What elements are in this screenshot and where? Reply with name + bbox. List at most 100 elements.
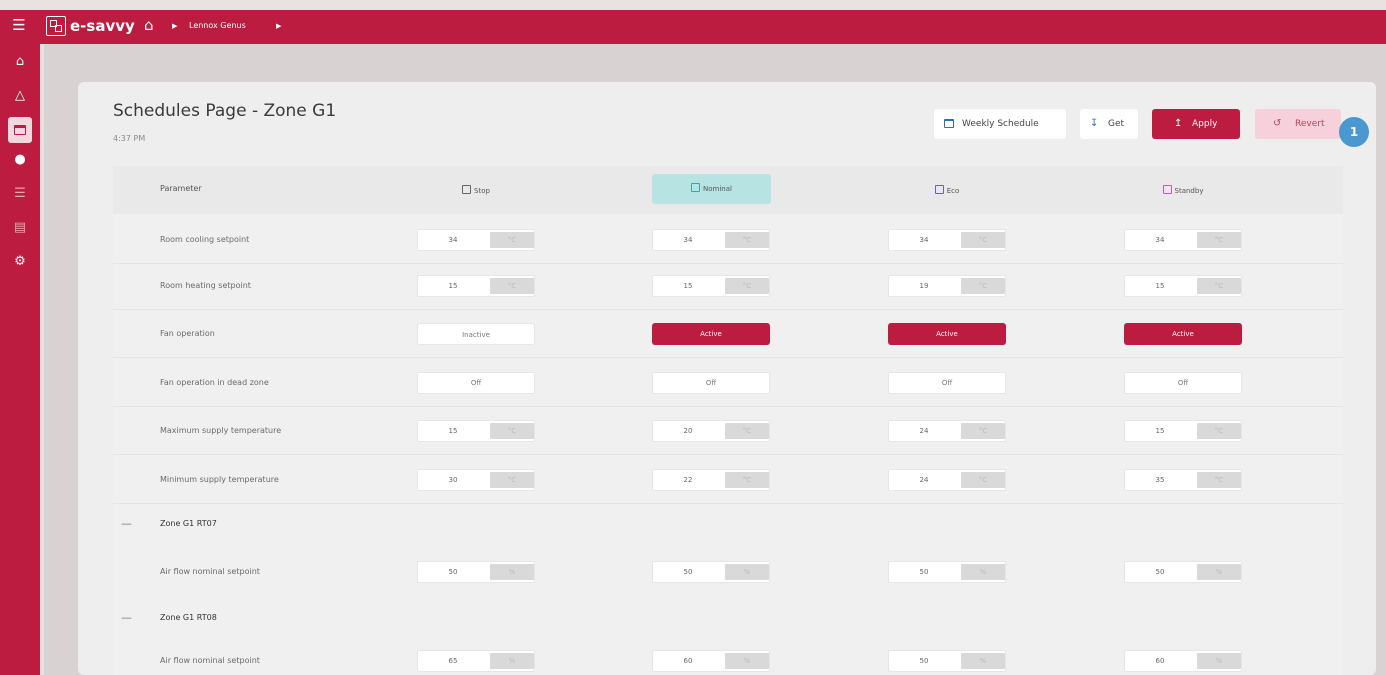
mode-header-label: Standby: [1174, 187, 1204, 195]
alarm-bell-icon[interactable]: △: [8, 84, 32, 108]
mode-header-label: Stop: [474, 187, 490, 195]
unit-label: °C: [1197, 423, 1241, 439]
row-label: Maximum supply temperature: [160, 426, 282, 435]
unit-label: °C: [490, 423, 534, 439]
number-input[interactable]: 50%: [888, 650, 1006, 672]
breadcrumb-site[interactable]: Lennox Genus: [189, 16, 246, 36]
number-input[interactable]: 65%: [417, 650, 535, 672]
apply-button[interactable]: ↥ Apply: [1152, 109, 1240, 139]
unit-label: %: [725, 653, 769, 669]
fan-operation-toggle[interactable]: Active: [1124, 323, 1242, 345]
dead-zone-select[interactable]: Off: [1124, 372, 1242, 394]
number-input[interactable]: 22 °C: [652, 469, 770, 491]
number-value: 50: [919, 657, 929, 665]
weekly-schedule-label: Weekly Schedule: [962, 119, 1039, 129]
number-value: 60: [1155, 657, 1165, 665]
fan-operation-toggle[interactable]: Inactive: [417, 323, 535, 345]
group-collapse-toggle[interactable]: —: [121, 518, 132, 530]
unit-label: °C: [961, 423, 1005, 439]
number-value: 15: [1155, 427, 1165, 435]
eco-mode-icon: [934, 185, 944, 194]
number-value: 19: [919, 282, 929, 290]
parameter-column-header: Parameter: [160, 184, 202, 193]
number-input[interactable]: 24 °C: [888, 420, 1006, 442]
unit-label: °C: [1197, 472, 1241, 488]
number-value: 50: [448, 568, 458, 576]
unit-label: %: [961, 653, 1005, 669]
get-label: Get: [1108, 119, 1125, 129]
home-icon[interactable]: ⌂: [8, 50, 32, 74]
group-collapse-toggle[interactable]: —: [121, 612, 132, 624]
number-input[interactable]: 15 °C: [417, 420, 535, 442]
row-label: Air flow nominal setpoint: [160, 567, 260, 576]
number-value: 34: [1155, 236, 1165, 244]
number-input[interactable]: 34 °C: [888, 229, 1006, 251]
hamburger-menu-icon[interactable]: ☰: [10, 16, 28, 34]
number-input[interactable]: 20 °C: [652, 420, 770, 442]
number-input[interactable]: 50%: [1124, 561, 1242, 583]
number-input[interactable]: 35 °C: [1124, 469, 1242, 491]
callout-badge: 1: [1339, 117, 1369, 147]
row-divider: [113, 503, 1343, 504]
number-value: 60: [683, 657, 693, 665]
number-input[interactable]: 15 °C: [417, 275, 535, 297]
window-top-band: [0, 0, 1386, 10]
unit-label: %: [490, 564, 534, 580]
schedules-nav-item[interactable]: [8, 117, 32, 143]
calendar-icon: [944, 119, 954, 128]
number-input[interactable]: 60%: [652, 650, 770, 672]
chart-icon[interactable]: ▤: [8, 216, 32, 240]
app-name: e-savvy: [70, 17, 135, 35]
breadcrumb-separator-icon: ▶: [276, 22, 282, 30]
number-input[interactable]: 24 °C: [888, 469, 1006, 491]
mode-header-label: Eco: [946, 187, 960, 195]
number-input[interactable]: 50%: [417, 561, 535, 583]
row-label: Fan operation in dead zone: [160, 378, 269, 387]
number-input[interactable]: 15 °C: [652, 275, 770, 297]
mode-header-nominal[interactable]: Nominal: [652, 174, 771, 204]
dead-zone-select[interactable]: Off: [652, 372, 770, 394]
number-input[interactable]: 15 °C: [1124, 275, 1242, 297]
fan-operation-toggle[interactable]: Active: [652, 323, 770, 345]
number-input[interactable]: 19 °C: [888, 275, 1006, 297]
weekly-schedule-button[interactable]: Weekly Schedule: [934, 109, 1066, 139]
row-label: Air flow nominal setpoint: [160, 656, 260, 665]
number-value: 34: [683, 236, 693, 244]
mode-header-eco[interactable]: Eco: [907, 176, 987, 206]
unit-label: °C: [490, 472, 534, 488]
dead-zone-select[interactable]: Off: [417, 372, 535, 394]
fan-operation-toggle[interactable]: Active: [888, 323, 1006, 345]
unit-label: °C: [725, 232, 769, 248]
number-input[interactable]: 34 °C: [417, 229, 535, 251]
settings-gear-icon[interactable]: ⚙: [8, 250, 32, 274]
number-value: 22: [683, 476, 693, 484]
list-icon[interactable]: ☰: [8, 182, 32, 206]
number-input[interactable]: 50%: [888, 561, 1006, 583]
number-input[interactable]: 60%: [1124, 650, 1242, 672]
row-divider: [113, 406, 1343, 407]
row-label: Room heating setpoint: [160, 281, 251, 290]
get-button[interactable]: ↧ Get: [1080, 109, 1138, 139]
mode-header-standby[interactable]: Standby: [1143, 176, 1223, 206]
number-value: 34: [919, 236, 929, 244]
number-value: 50: [683, 568, 693, 576]
revert-button[interactable]: ↺ Revert: [1255, 109, 1341, 139]
number-input[interactable]: 30 °C: [417, 469, 535, 491]
number-input[interactable]: 50%: [652, 561, 770, 583]
unit-label: %: [961, 564, 1005, 580]
number-input[interactable]: 34 °C: [1124, 229, 1242, 251]
unit-label: %: [1197, 653, 1241, 669]
unit-label: %: [1197, 564, 1241, 580]
number-input[interactable]: 34 °C: [652, 229, 770, 251]
building-icon[interactable]: ●: [8, 148, 32, 172]
unit-label: %: [725, 564, 769, 580]
row-divider: [113, 357, 1343, 358]
zone-group-label: Zone G1 RT08: [160, 613, 217, 622]
mode-header-stop[interactable]: Stop: [436, 176, 516, 206]
number-value: 34: [448, 236, 458, 244]
number-input[interactable]: 15 °C: [1124, 420, 1242, 442]
mode-header-label: Nominal: [703, 185, 732, 193]
breadcrumb-home-icon[interactable]: ⌂: [144, 15, 154, 35]
dead-zone-select[interactable]: Off: [888, 372, 1006, 394]
unit-label: °C: [725, 423, 769, 439]
